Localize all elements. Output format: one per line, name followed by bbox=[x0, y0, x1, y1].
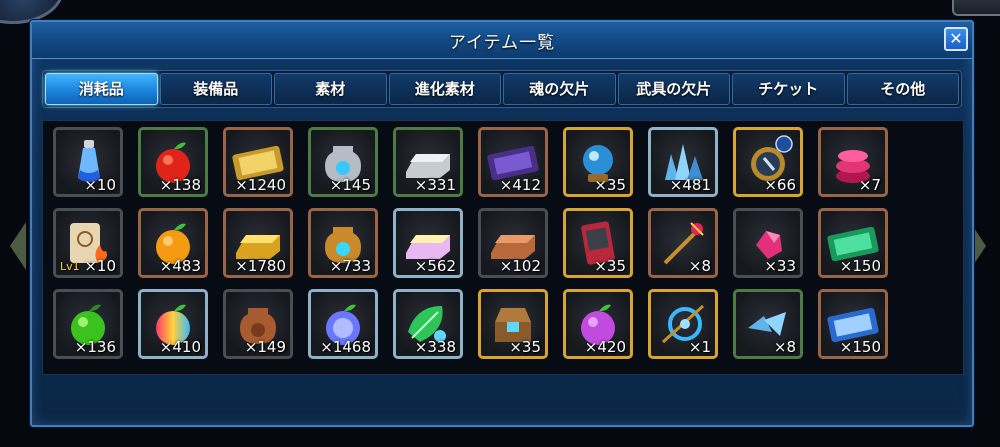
item-grid: ×10 ×138 ×1240 ×145 ×331 ×412 ×35 ×481 ×66 ×7 Lv1 ×… bbox=[42, 120, 964, 375]
tab-5[interactable]: 武具の欠片 bbox=[617, 73, 730, 105]
item-quantity: ×149 bbox=[244, 338, 286, 356]
item-slot[interactable]: ×1468 bbox=[308, 289, 378, 359]
item-slot[interactable]: ×733 bbox=[308, 208, 378, 278]
menu-emblem bbox=[952, 0, 1000, 16]
item-slot[interactable]: ×136 bbox=[53, 289, 123, 359]
item-quantity: ×138 bbox=[159, 176, 201, 194]
item-quantity: ×331 bbox=[414, 176, 456, 194]
item-slot[interactable]: ×35 bbox=[478, 289, 548, 359]
item-slot[interactable]: ×7 bbox=[818, 127, 888, 197]
item-slot[interactable]: ×338 bbox=[393, 289, 463, 359]
item-quantity: ×733 bbox=[329, 257, 371, 275]
item-quantity: ×136 bbox=[74, 338, 116, 356]
item-quantity: ×7 bbox=[858, 176, 881, 194]
close-button[interactable]: ✕ bbox=[944, 27, 968, 51]
category-tabs: 消耗品 装備品 素材 進化素材 魂の欠片 武具の欠片 チケット その他 bbox=[42, 70, 962, 108]
item-slot[interactable]: ×145 bbox=[308, 127, 378, 197]
tab-3[interactable]: 進化素材 bbox=[388, 73, 501, 105]
item-list-window: アイテム一覧 ✕ 消耗品 装備品 素材 進化素材 魂の欠片 武具の欠片 チケット その他 ×1… bbox=[30, 20, 974, 427]
item-slot[interactable]: ×35 bbox=[563, 208, 633, 278]
item-quantity: ×1468 bbox=[320, 338, 371, 356]
item-quantity: ×10 bbox=[84, 176, 116, 194]
item-quantity: ×102 bbox=[499, 257, 541, 275]
item-quantity: ×35 bbox=[594, 257, 626, 275]
item-quantity: ×8 bbox=[773, 338, 796, 356]
window-header: アイテム一覧 ✕ bbox=[32, 22, 972, 59]
item-quantity: ×562 bbox=[414, 257, 456, 275]
tab-7[interactable]: その他 bbox=[846, 73, 959, 105]
item-slot[interactable]: ×420 bbox=[563, 289, 633, 359]
item-slot[interactable]: ×412 bbox=[478, 127, 548, 197]
window-title: アイテム一覧 bbox=[448, 33, 556, 53]
item-quantity: ×35 bbox=[594, 176, 626, 194]
tab-2[interactable]: 素材 bbox=[274, 73, 387, 105]
item-slot[interactable]: ×1240 bbox=[223, 127, 293, 197]
tab-4[interactable]: 魂の欠片 bbox=[503, 73, 616, 105]
item-slot[interactable]: ×481 bbox=[648, 127, 718, 197]
item-slot[interactable]: ×149 bbox=[223, 289, 293, 359]
item-slot[interactable]: Lv1 ×10 bbox=[53, 208, 123, 278]
item-slot[interactable]: ×138 bbox=[138, 127, 208, 197]
item-quantity: ×483 bbox=[159, 257, 201, 275]
item-slot[interactable]: ×1780 bbox=[223, 208, 293, 278]
item-quantity: ×481 bbox=[669, 176, 711, 194]
item-slot[interactable]: ×410 bbox=[138, 289, 208, 359]
item-quantity: ×35 bbox=[509, 338, 541, 356]
item-quantity: ×338 bbox=[414, 338, 456, 356]
tab-0[interactable]: 消耗品 bbox=[45, 73, 158, 105]
item-slot[interactable]: ×1 bbox=[648, 289, 718, 359]
item-slot[interactable]: ×483 bbox=[138, 208, 208, 278]
item-quantity: ×33 bbox=[764, 257, 796, 275]
item-slot[interactable]: ×102 bbox=[478, 208, 548, 278]
item-slot[interactable]: ×150 bbox=[818, 289, 888, 359]
item-slot[interactable]: ×8 bbox=[648, 208, 718, 278]
item-quantity: ×1 bbox=[688, 338, 711, 356]
item-quantity: ×1240 bbox=[235, 176, 286, 194]
item-quantity: ×145 bbox=[329, 176, 371, 194]
item-quantity: ×1780 bbox=[235, 257, 286, 275]
item-quantity: ×150 bbox=[839, 257, 881, 275]
item-quantity: ×8 bbox=[688, 257, 711, 275]
item-quantity: ×410 bbox=[159, 338, 201, 356]
item-level: Lv1 bbox=[60, 260, 80, 273]
item-quantity: ×10 bbox=[84, 257, 116, 275]
item-quantity: ×66 bbox=[764, 176, 796, 194]
item-quantity: ×412 bbox=[499, 176, 541, 194]
item-slot[interactable]: ×8 bbox=[733, 289, 803, 359]
item-quantity: ×420 bbox=[584, 338, 626, 356]
tab-1[interactable]: 装備品 bbox=[159, 73, 272, 105]
item-slot[interactable]: ×10 bbox=[53, 127, 123, 197]
item-slot[interactable]: ×66 bbox=[733, 127, 803, 197]
item-quantity: ×150 bbox=[839, 338, 881, 356]
item-slot[interactable]: ×35 bbox=[563, 127, 633, 197]
item-slot[interactable]: ×33 bbox=[733, 208, 803, 278]
prev-page-arrow-icon[interactable] bbox=[10, 222, 26, 270]
tab-6[interactable]: チケット bbox=[732, 73, 845, 105]
item-slot[interactable]: ×150 bbox=[818, 208, 888, 278]
item-slot[interactable]: ×331 bbox=[393, 127, 463, 197]
item-slot[interactable]: ×562 bbox=[393, 208, 463, 278]
